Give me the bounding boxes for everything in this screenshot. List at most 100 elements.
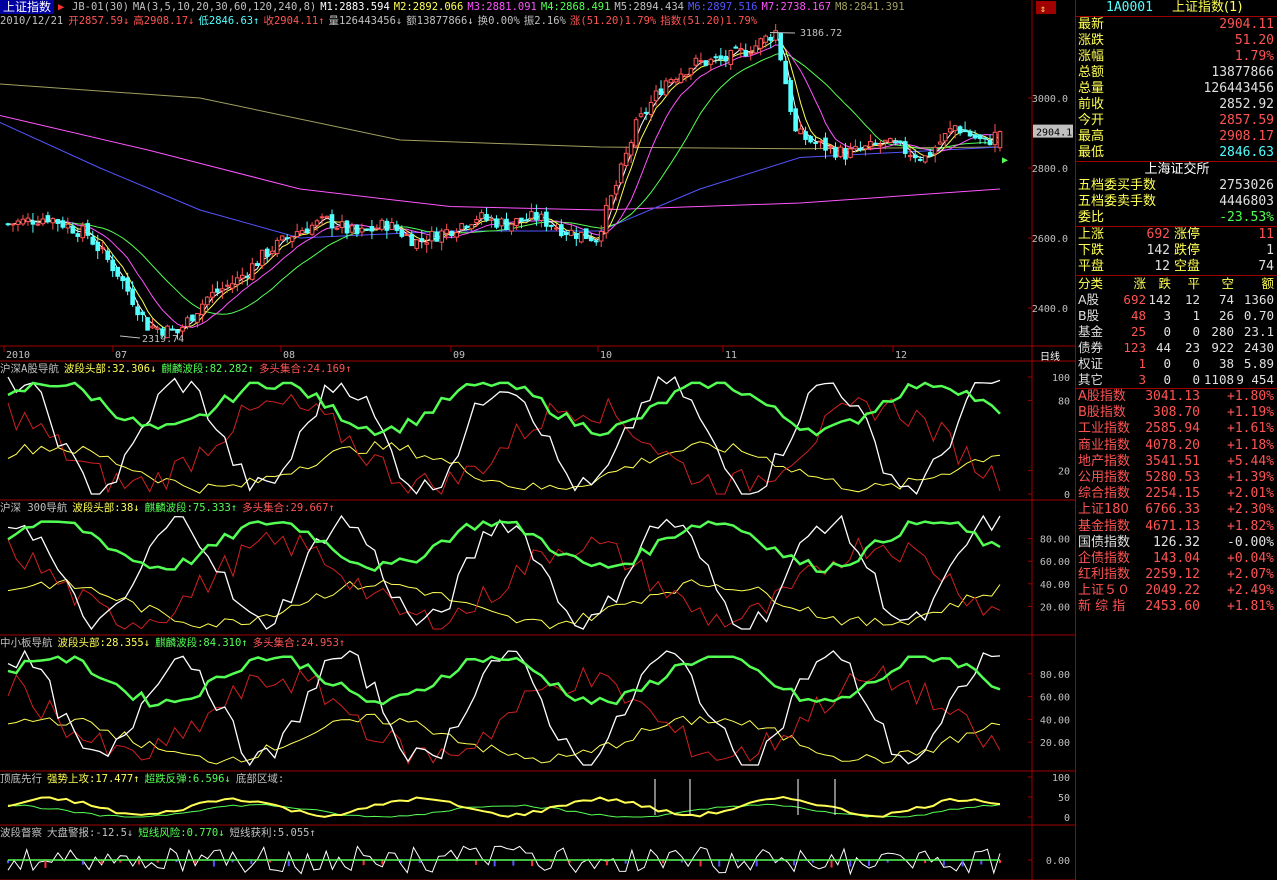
index-row[interactable]: 国债指数 126.32 -0.00% <box>1076 535 1277 551</box>
candle <box>499 218 504 227</box>
ma-value-7: M7:2738.167 <box>761 1 832 13</box>
category-cell: 12 <box>1184 292 1200 307</box>
candle <box>878 144 883 147</box>
category-table: 分类涨跌平空额 A股 692 142 12 74 1360 B股 48 3 1 26 0.70 基金 25 0… <box>1076 275 1277 388</box>
scale-tick: 60.00 <box>1040 693 1070 704</box>
index-row[interactable]: A股指数 3041.13 +1.80% <box>1076 389 1277 405</box>
indicator-name[interactable]: 沪深 300导航 <box>0 502 67 514</box>
candle <box>95 241 101 252</box>
index-change: +2.07% <box>1227 567 1274 583</box>
index-row[interactable]: 企债指数 143.04 +0.04% <box>1076 551 1277 567</box>
candle <box>848 148 853 158</box>
category-header: 分类 涨跌 平 空 额 <box>1076 276 1277 292</box>
candle <box>588 237 594 242</box>
breadth-value: 692 <box>1146 227 1170 242</box>
quote-title: 1A0001 上证指数(1) <box>1076 0 1277 17</box>
candle <box>444 229 449 234</box>
candle <box>195 313 200 323</box>
indicator-name[interactable]: 顶底先行 <box>0 773 42 785</box>
candle <box>384 220 390 231</box>
index-name: 地产指数 <box>1078 453 1131 469</box>
candle <box>10 223 16 226</box>
quote-label: 前收 <box>1078 97 1105 112</box>
candle <box>424 242 430 245</box>
indicator-value: 波段头部:38↓ <box>72 502 140 514</box>
index-row[interactable]: 工业指数 2585.94 +1.61% <box>1076 421 1277 437</box>
scale-tick: 20.00 <box>1040 602 1070 613</box>
index-row[interactable]: 基金指数 4671.13 +1.82% <box>1076 519 1277 535</box>
category-cell: 1108 <box>1203 372 1234 387</box>
candle <box>414 239 420 249</box>
candle <box>254 263 260 267</box>
candle <box>524 219 529 222</box>
indicator-line <box>7 664 1001 765</box>
category-cell: 74 <box>1218 292 1234 307</box>
category-cell: A股 <box>1078 292 1100 307</box>
index-row[interactable]: 商业指数 4078.20 +1.18% <box>1076 438 1277 454</box>
indicator-name[interactable]: 中小板导航 <box>0 637 53 649</box>
chart-area[interactable]: ⇕ 3000.0 2800.0 2600.0 2400.0 2010 07 08 09 10 11 1… <box>0 0 1075 880</box>
quote-label: 总量 <box>1078 81 1105 96</box>
category-cell: 0 <box>1192 372 1200 387</box>
candle <box>643 111 649 114</box>
candle <box>504 218 509 231</box>
category-cell: 23.1 <box>1243 324 1274 339</box>
order-row: 五档委买手数 2753026 <box>1076 178 1277 194</box>
index-row[interactable]: 上证180 6766.33 +2.30% <box>1076 502 1277 518</box>
indicator-name[interactable]: 波段督察 <box>0 827 42 839</box>
indicator-value: 大盘警报:-12.5↓ <box>47 827 134 839</box>
candle <box>823 137 828 151</box>
candle <box>230 283 235 289</box>
index-price: 3541.51 <box>1145 453 1200 469</box>
candle <box>942 133 948 142</box>
candle <box>549 224 554 227</box>
order-value: 4446803 <box>1219 194 1274 209</box>
index-change: +2.30% <box>1227 502 1274 518</box>
index-row[interactable]: 地产指数 3541.51 +5.44% <box>1076 454 1277 470</box>
index-row[interactable]: 红利指数 2259.12 +2.07% <box>1076 567 1277 583</box>
index-row[interactable]: 公用指数 5280.53 +1.39% <box>1076 470 1277 486</box>
candle <box>957 126 963 134</box>
moving-average-line <box>7 53 1001 315</box>
category-header-cell: 分类 <box>1078 276 1104 291</box>
breadth-value: 1 <box>1266 243 1274 258</box>
category-cell: 0 <box>1163 356 1171 371</box>
order-row: 五档委卖手数 4446803 <box>1076 194 1277 210</box>
candle <box>284 237 290 240</box>
candle <box>304 228 310 234</box>
quote-row: 最新 2904.11 <box>1076 17 1277 33</box>
chart-canvas[interactable]: ⇕ 3000.0 2800.0 2600.0 2400.0 2010 07 08 09 10 11 1… <box>0 0 1075 880</box>
index-change: +0.04% <box>1227 550 1274 566</box>
index-name: 上证180 <box>1078 502 1129 518</box>
index-row[interactable]: 上证５０ 2049.22 +2.49% <box>1076 583 1277 599</box>
candle <box>225 284 230 287</box>
candle <box>309 224 315 235</box>
candle <box>937 141 943 145</box>
candle <box>489 218 494 221</box>
ohlc-values: 开2857.59↓ 高2908.17↓ 低2846.63↑ 收2904.11↑ 量126… <box>68 15 761 27</box>
scale-tick: 0 <box>1064 490 1070 501</box>
index-list[interactable]: A股指数 3041.13 +1.80% B股指数 308.70 +1.19% 工业指数 258… <box>1076 388 1277 616</box>
ohlc-header: 2010/12/21 开2857.59↓ 高2908.17↓ 低2846.63↑ 收29… <box>0 14 766 28</box>
index-row[interactable]: 新 综 指 2453.60 +1.81% <box>1076 599 1277 615</box>
indicator-line <box>7 795 1001 818</box>
indicator-line <box>7 440 1001 494</box>
play-triangle-icon[interactable]: ▶ <box>58 0 64 14</box>
security-title[interactable]: 上证指数 <box>0 0 55 14</box>
indicator-name[interactable]: 沪深A股导航 <box>0 363 59 375</box>
ohlc-item: 指数(51.20)1.79% <box>660 15 758 27</box>
index-row[interactable]: 综合指数 2254.15 +2.01% <box>1076 486 1277 502</box>
indicator-line <box>7 520 1001 574</box>
candle <box>559 224 564 237</box>
candle <box>698 60 704 63</box>
candle <box>354 224 360 235</box>
candle <box>155 327 160 330</box>
order-label: 五档委卖手数 <box>1078 194 1157 209</box>
indicator-value: 强势上攻:17.477↑ <box>47 773 140 785</box>
index-row[interactable]: B股指数 308.70 +1.19% <box>1076 405 1277 421</box>
candle <box>673 79 679 83</box>
candle <box>65 223 71 229</box>
index-change: +5.44% <box>1227 453 1274 469</box>
candle <box>50 218 56 224</box>
ohlc-item: 额13877866↓ <box>406 15 474 27</box>
